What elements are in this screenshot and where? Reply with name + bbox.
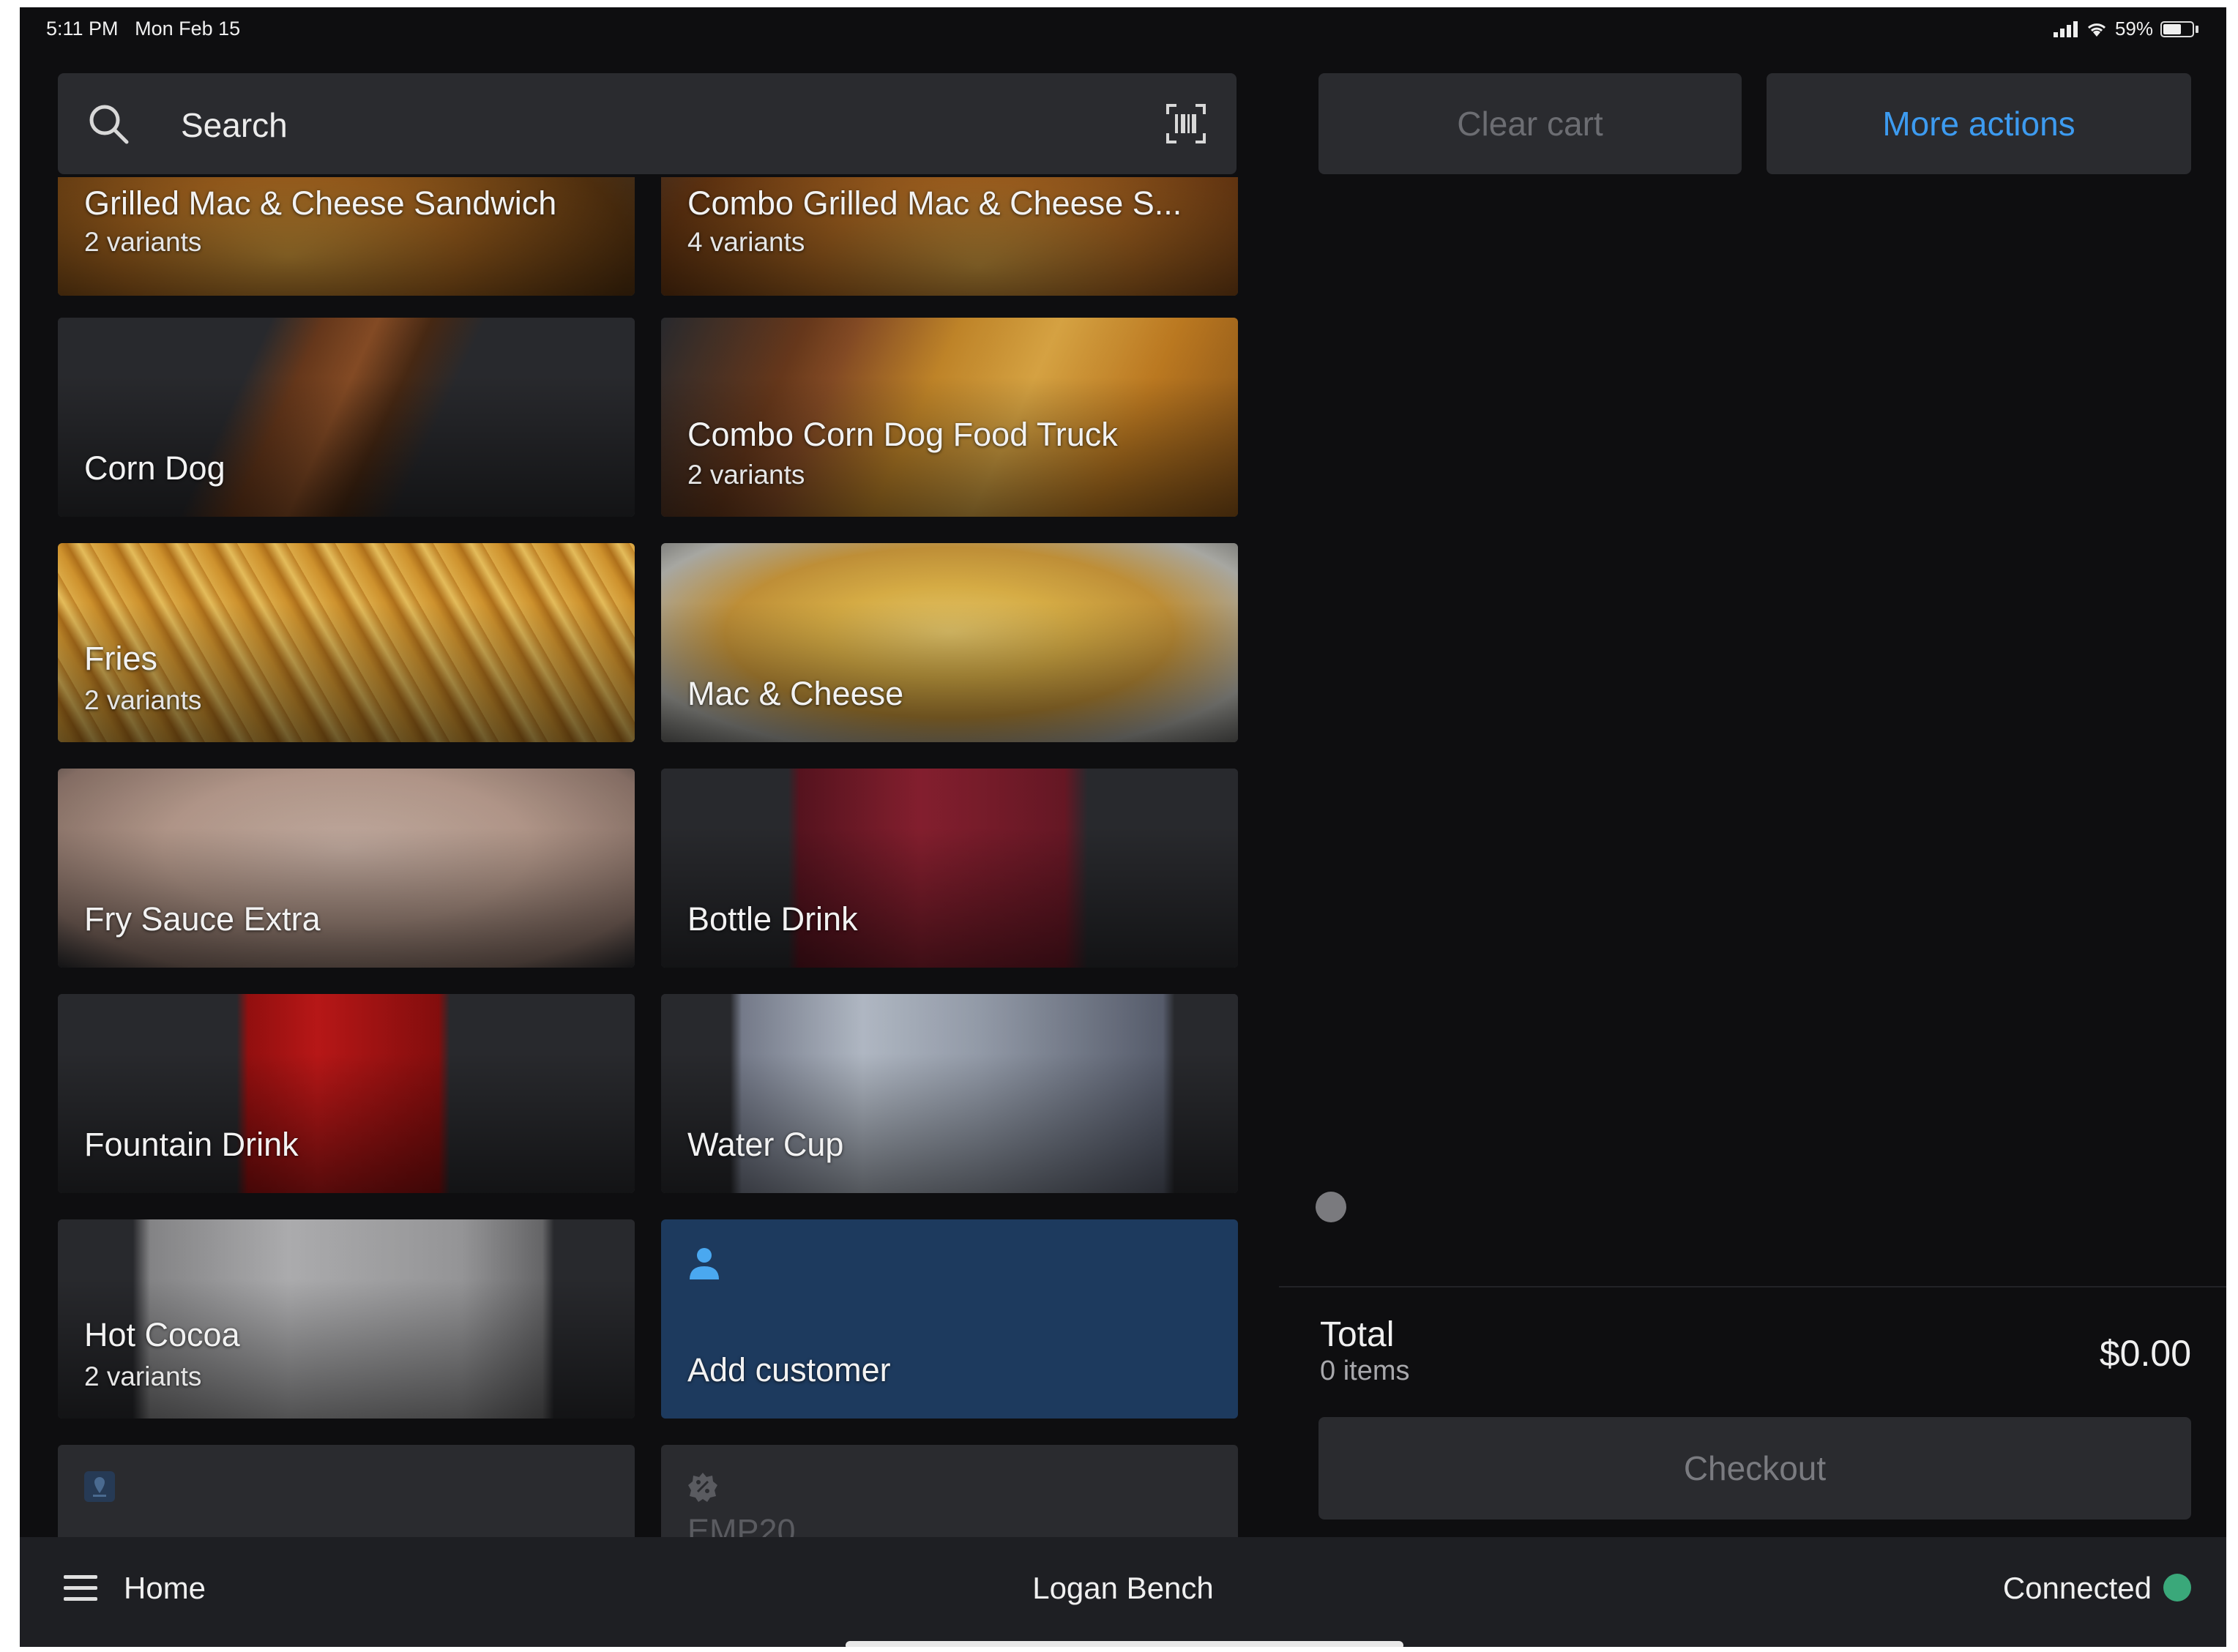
register-name: Logan Bench	[1032, 1571, 1214, 1605]
connection-status: Connected	[2002, 1571, 2152, 1605]
product-name: Mac & Cheese	[687, 675, 904, 712]
total-label: Total	[1320, 1315, 1395, 1354]
discount-tile[interactable]: EMP20	[661, 1445, 1238, 1544]
product-tile[interactable]: Grilled Mac & Cheese Sandwich 2 variants	[58, 177, 635, 296]
product-name: Fry Sauce Extra	[84, 900, 321, 938]
product-tile[interactable]: Fountain Drink	[58, 994, 635, 1193]
clear-cart-button[interactable]: Clear cart	[1318, 73, 1742, 174]
cart-divider	[1279, 1286, 2226, 1287]
product-name: Fries	[84, 640, 157, 677]
product-tile[interactable]: Fry Sauce Extra	[58, 769, 635, 968]
product-name: Combo Corn Dog Food Truck	[687, 416, 1118, 453]
total-value: $0.00	[2099, 1333, 2191, 1374]
battery-cap	[2196, 25, 2198, 33]
discount-icon	[688, 1473, 717, 1502]
product-name: Fountain Drink	[84, 1126, 299, 1163]
scroll-handle[interactable]	[1316, 1192, 1346, 1222]
more-actions-button[interactable]: More actions	[1767, 73, 2191, 174]
product-tile[interactable]: Fries 2 variants	[58, 543, 635, 742]
product-tile[interactable]: Corn Dog	[58, 318, 635, 517]
add-customer-button[interactable]: Add customer	[661, 1219, 1238, 1419]
cellular-icon	[2053, 20, 2078, 37]
product-variants: 2 variants	[687, 460, 805, 490]
product-variants: 4 variants	[687, 227, 805, 257]
product-variants: 2 variants	[84, 227, 202, 257]
status-indicators: 59%	[2053, 18, 2198, 40]
product-tile[interactable]: Hot Cocoa 2 variants	[58, 1219, 635, 1419]
product-name: Bottle Drink	[687, 900, 858, 938]
product-name: Hot Cocoa	[84, 1316, 240, 1353]
search-input[interactable]: Search	[58, 73, 1237, 174]
add-customer-label: Add customer	[687, 1351, 891, 1388]
product-name: Grilled Mac & Cheese Sandwich	[84, 184, 557, 222]
search-placeholder: Search	[181, 106, 288, 144]
product-name: Corn Dog	[84, 449, 225, 487]
product-tile[interactable]: Water Cup	[661, 994, 1238, 1193]
product-tile[interactable]: Bottle Drink	[661, 769, 1238, 968]
location-pin-icon	[84, 1471, 115, 1502]
wifi-icon	[2087, 23, 2105, 37]
product-variants: 2 variants	[84, 1361, 202, 1391]
product-tile[interactable]: Combo Corn Dog Food Truck 2 variants	[661, 318, 1238, 517]
product-grid: Grilled Mac & Cheese Sandwich 2 variants…	[58, 177, 1238, 1544]
product-variants: 2 variants	[84, 685, 202, 715]
battery-icon	[2160, 20, 2194, 37]
home-indicator[interactable]	[846, 1641, 1403, 1647]
barcode-scan-icon[interactable]	[1165, 102, 1207, 145]
product-tile[interactable]: Mac & Cheese	[661, 543, 1238, 742]
product-tile[interactable]: Combo Grilled Mac & Cheese S... 4 varian…	[661, 177, 1238, 296]
product-name: Water Cup	[687, 1126, 844, 1163]
checkout-button[interactable]: Checkout	[1318, 1417, 2191, 1520]
connection-status-indicator	[2163, 1574, 2191, 1601]
items-count: 0 items	[1320, 1356, 1410, 1386]
bottom-bar: Home Logan Bench Connected	[20, 1537, 2226, 1647]
status-date-text: Mon Feb 15	[135, 18, 241, 40]
person-icon	[690, 1248, 719, 1279]
search-icon	[89, 105, 129, 144]
pos-screen: 5:11 PM Mon Feb 15 59% Search Grilled Ma…	[20, 7, 2226, 1647]
product-name: Combo Grilled Mac & Cheese S...	[687, 184, 1182, 222]
battery-percent: 59%	[2114, 18, 2153, 40]
location-tile[interactable]	[58, 1445, 635, 1544]
status-time: 5:11 PM Mon Feb 15	[46, 18, 240, 40]
status-time-text: 5:11 PM	[46, 18, 119, 40]
